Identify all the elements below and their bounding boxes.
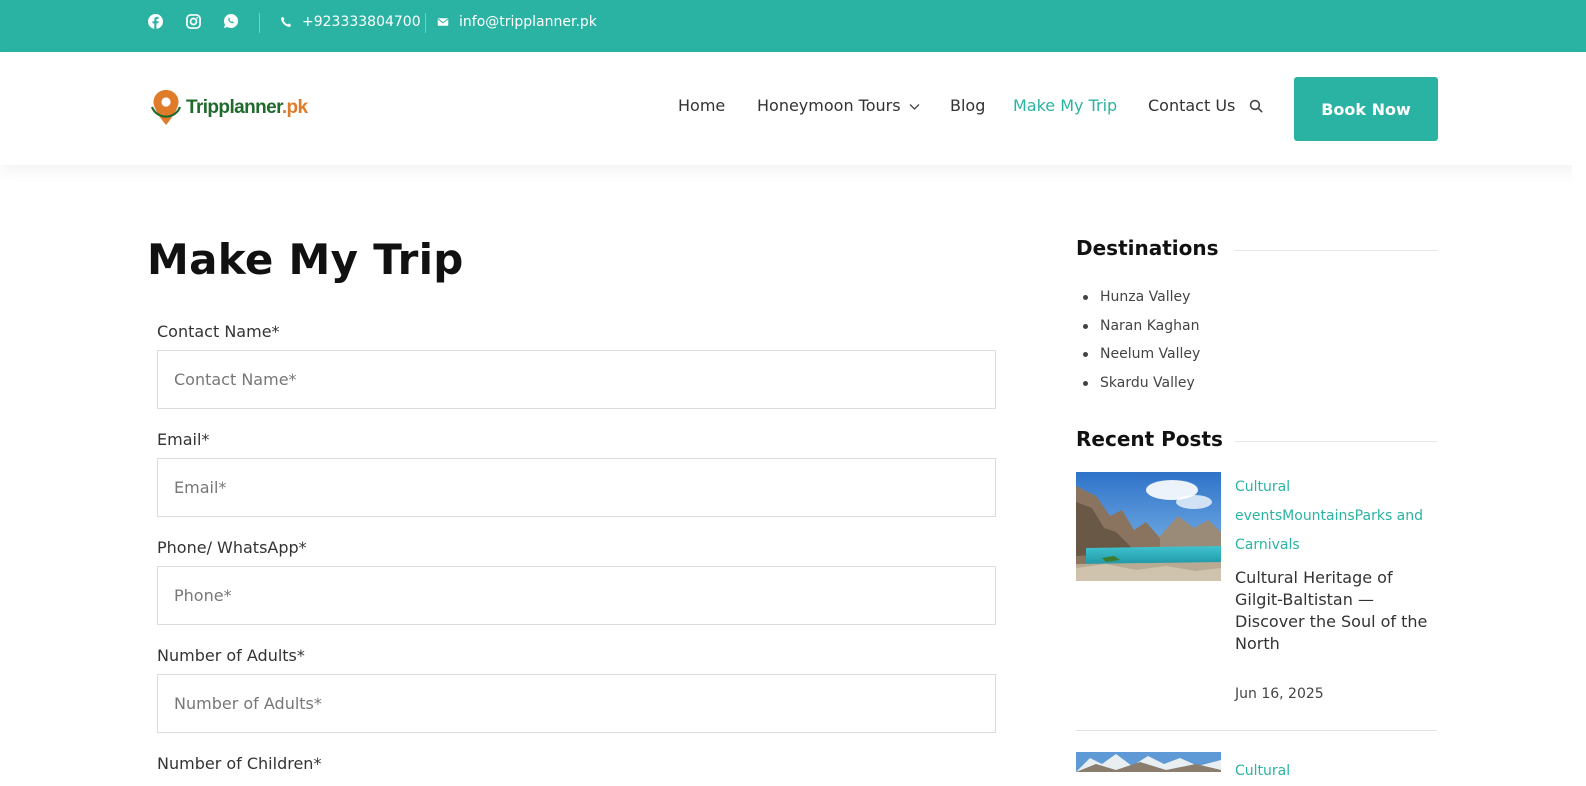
facebook-icon[interactable]: [147, 13, 163, 29]
topbar-phone[interactable]: +923333804700: [280, 13, 421, 31]
mail-icon: [437, 18, 449, 26]
adults-label: Number of Adults*: [157, 646, 305, 665]
phone-icon: [281, 16, 292, 27]
nav-home[interactable]: Home: [678, 96, 725, 116]
email-text: info@tripplanner.pk: [459, 14, 597, 30]
page-title: Make My Trip: [147, 235, 464, 284]
whatsapp-icon[interactable]: [223, 13, 239, 29]
nav-blog[interactable]: Blog: [950, 96, 985, 116]
site-header: Tripplanner.pk Home Honeymoon Tours Blog…: [0, 52, 1586, 165]
book-now-button[interactable]: Book Now: [1294, 77, 1438, 141]
post-title-link[interactable]: Cultural Heritage of Gilgit-Baltistan — …: [1235, 567, 1435, 655]
instagram-icon[interactable]: [185, 13, 201, 29]
children-label: Number of Children*: [157, 754, 322, 773]
top-bar: +923333804700 info@tripplanner.pk: [0, 0, 1586, 52]
search-icon[interactable]: [1249, 98, 1265, 114]
destination-link[interactable]: Naran Kaghan: [1076, 312, 1200, 341]
post-date: Jun 16, 2025: [1235, 686, 1324, 702]
nav-contact-us[interactable]: Contact Us: [1148, 96, 1235, 116]
nav-make-my-trip[interactable]: Make My Trip: [1013, 96, 1117, 116]
email-input[interactable]: [157, 458, 996, 517]
post-thumbnail[interactable]: [1076, 752, 1221, 772]
site-logo[interactable]: Tripplanner.pk: [148, 88, 308, 128]
nav-honeymoon-tours-label: Honeymoon Tours: [757, 96, 901, 115]
topbar-divider: [425, 13, 426, 33]
phone-text: +923333804700: [302, 14, 421, 30]
email-label: Email*: [157, 430, 210, 449]
adults-input[interactable]: [157, 674, 996, 733]
scrollbar-gutter[interactable]: [1572, 52, 1586, 772]
destinations-heading: Destinations: [1076, 236, 1219, 260]
post-category[interactable]: Cultural eventsMountainsParks and Carniv…: [1235, 473, 1435, 560]
phone-label: Phone/ WhatsApp*: [157, 538, 307, 557]
phone-input[interactable]: [157, 566, 996, 625]
contact-name-input[interactable]: [157, 350, 996, 409]
topbar-email[interactable]: info@tripplanner.pk: [437, 13, 597, 31]
heading-divider: [1235, 250, 1437, 251]
destination-link[interactable]: Skardu Valley: [1076, 369, 1200, 398]
map-pin-icon: [150, 90, 182, 125]
destination-link[interactable]: Neelum Valley: [1076, 340, 1200, 369]
recent-posts-heading: Recent Posts: [1076, 427, 1223, 451]
nav-honeymoon-tours[interactable]: Honeymoon Tours: [757, 96, 920, 116]
topbar-divider: [259, 13, 260, 33]
heading-divider: [1235, 441, 1437, 442]
destinations-list: Hunza Valley Naran Kaghan Neelum Valley …: [1076, 283, 1200, 398]
post-divider: [1076, 730, 1437, 731]
post-thumbnail[interactable]: [1076, 472, 1221, 581]
logo-wordmark: Tripplanner.pk: [186, 97, 308, 118]
contact-name-label: Contact Name*: [157, 322, 280, 341]
chevron-down-icon: [909, 103, 920, 110]
destination-link[interactable]: Hunza Valley: [1076, 283, 1200, 312]
